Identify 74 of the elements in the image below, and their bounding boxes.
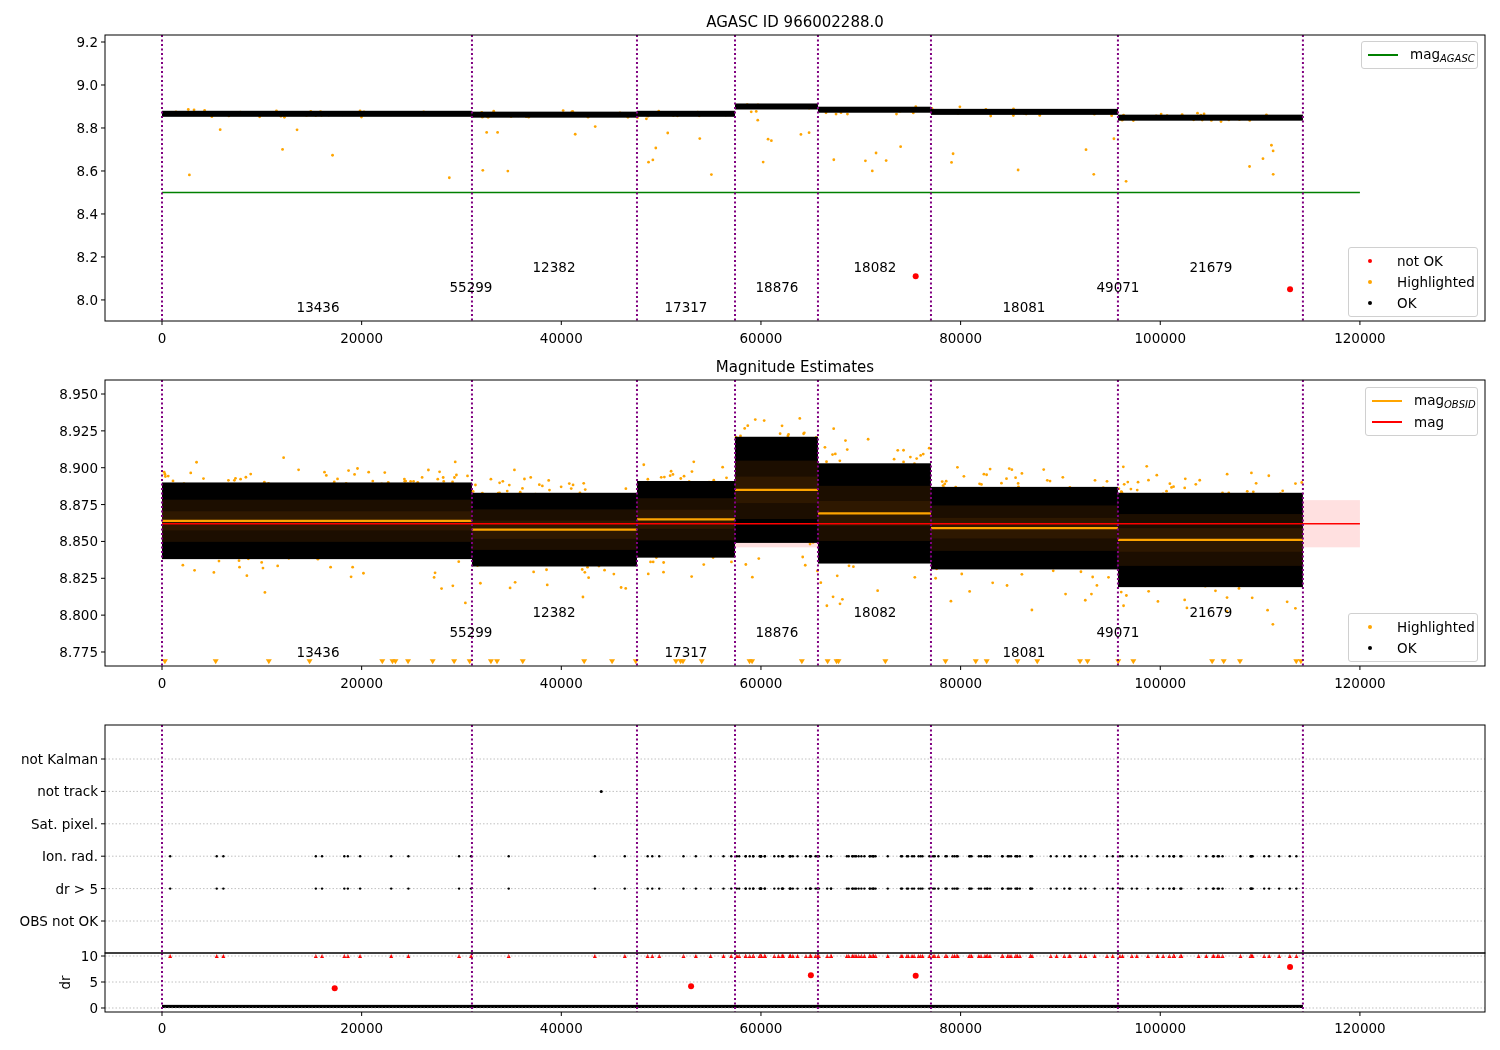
segment-label: 49071 — [1096, 624, 1140, 640]
tick-label: 100000 — [1134, 330, 1187, 346]
segment-label: 18082 — [853, 604, 897, 620]
segment-label: 21679 — [1189, 259, 1233, 275]
tick-label: 0 — [157, 675, 167, 691]
segment-label: 17317 — [664, 644, 708, 660]
tick-label: 40000 — [539, 675, 583, 691]
tick-label: 8.0 — [76, 291, 98, 308]
tick-label: 40000 — [539, 1020, 583, 1036]
tick-label: 0 — [89, 1000, 98, 1016]
segment-label: 18876 — [755, 279, 799, 295]
segment-label: 55299 — [449, 279, 493, 295]
segment-label: 18876 — [755, 624, 799, 640]
tick-label: 8.875 — [59, 496, 98, 513]
tick-label: 80000 — [939, 1020, 983, 1036]
tick-label: 5 — [89, 974, 98, 990]
tick-label: 80000 — [939, 675, 983, 691]
segment-label: 18081 — [1002, 644, 1046, 660]
tick-label: 120000 — [1334, 330, 1386, 346]
tick-label: 20000 — [340, 675, 384, 691]
tick-label: 8.825 — [59, 570, 98, 587]
tick-label: 20000 — [340, 330, 384, 346]
tick-label: 8.800 — [59, 607, 98, 624]
tick-label: 9.0 — [76, 77, 98, 93]
segment-label: 13436 — [296, 644, 340, 660]
legend-label: Highlighted — [1397, 274, 1475, 290]
tick-label: 8.4 — [76, 205, 98, 222]
tick-label: 120000 — [1334, 675, 1386, 691]
legend-label: mag$_{OBSID}$ — [1414, 392, 1476, 410]
tick-label: 8.900 — [59, 459, 98, 476]
tick-label: 60000 — [739, 675, 783, 691]
segment-label: 49071 — [1096, 279, 1140, 295]
segment-label: 21679 — [1189, 604, 1233, 620]
plot-title: Magnitude Estimates — [715, 358, 875, 376]
tick-label: 8.2 — [76, 248, 98, 265]
row-label: OBS not OK — [19, 913, 98, 929]
tick-label: 10 — [80, 948, 98, 964]
tick-label: 80000 — [939, 330, 983, 346]
tick-label: 100000 — [1134, 1020, 1187, 1036]
tick-label: 0 — [157, 1020, 167, 1036]
legend-label: Highlighted — [1397, 619, 1475, 635]
segment-label: 12382 — [532, 259, 576, 275]
segment-label: 17317 — [664, 299, 708, 315]
tick-label: 120000 — [1334, 1020, 1386, 1036]
row-label: not track — [37, 783, 98, 800]
segment-label: 55299 — [449, 624, 493, 640]
tick-label: 8.6 — [76, 162, 98, 179]
tick-label: 8.8 — [76, 120, 98, 136]
tick-label: 8.775 — [59, 644, 98, 660]
tick-label: 60000 — [739, 330, 783, 346]
row-label: dr > 5 — [55, 880, 98, 897]
tick-label: 0 — [157, 330, 167, 346]
tick-label: 8.925 — [59, 422, 98, 439]
row-label: not Kalman — [20, 751, 98, 767]
segment-label: 13436 — [296, 299, 340, 315]
legend-label: OK — [1397, 640, 1417, 656]
axis-label: dr — [57, 975, 73, 990]
row-label: Ion. rad. — [41, 848, 98, 865]
tick-label: 40000 — [539, 330, 583, 346]
tick-label: 20000 — [340, 1020, 384, 1036]
tick-label: 8.850 — [59, 533, 98, 550]
row-label: Sat. pixel. — [31, 815, 98, 832]
segment-label: 12382 — [532, 604, 576, 620]
tick-label: 60000 — [739, 1020, 783, 1036]
legend-label: OK — [1397, 295, 1417, 311]
tick-label: 100000 — [1134, 675, 1187, 691]
legend-label: mag$_{AGASC}$ — [1410, 46, 1475, 64]
plot-title: AGASC ID 966002288.0 — [706, 13, 884, 31]
tick-label: 9.2 — [76, 34, 98, 50]
legend-label: mag — [1414, 414, 1444, 430]
segment-label: 18082 — [853, 259, 897, 275]
tick-label: 8.950 — [59, 386, 98, 402]
segment-label: 18081 — [1002, 299, 1046, 315]
legend-label: not OK — [1397, 253, 1443, 269]
